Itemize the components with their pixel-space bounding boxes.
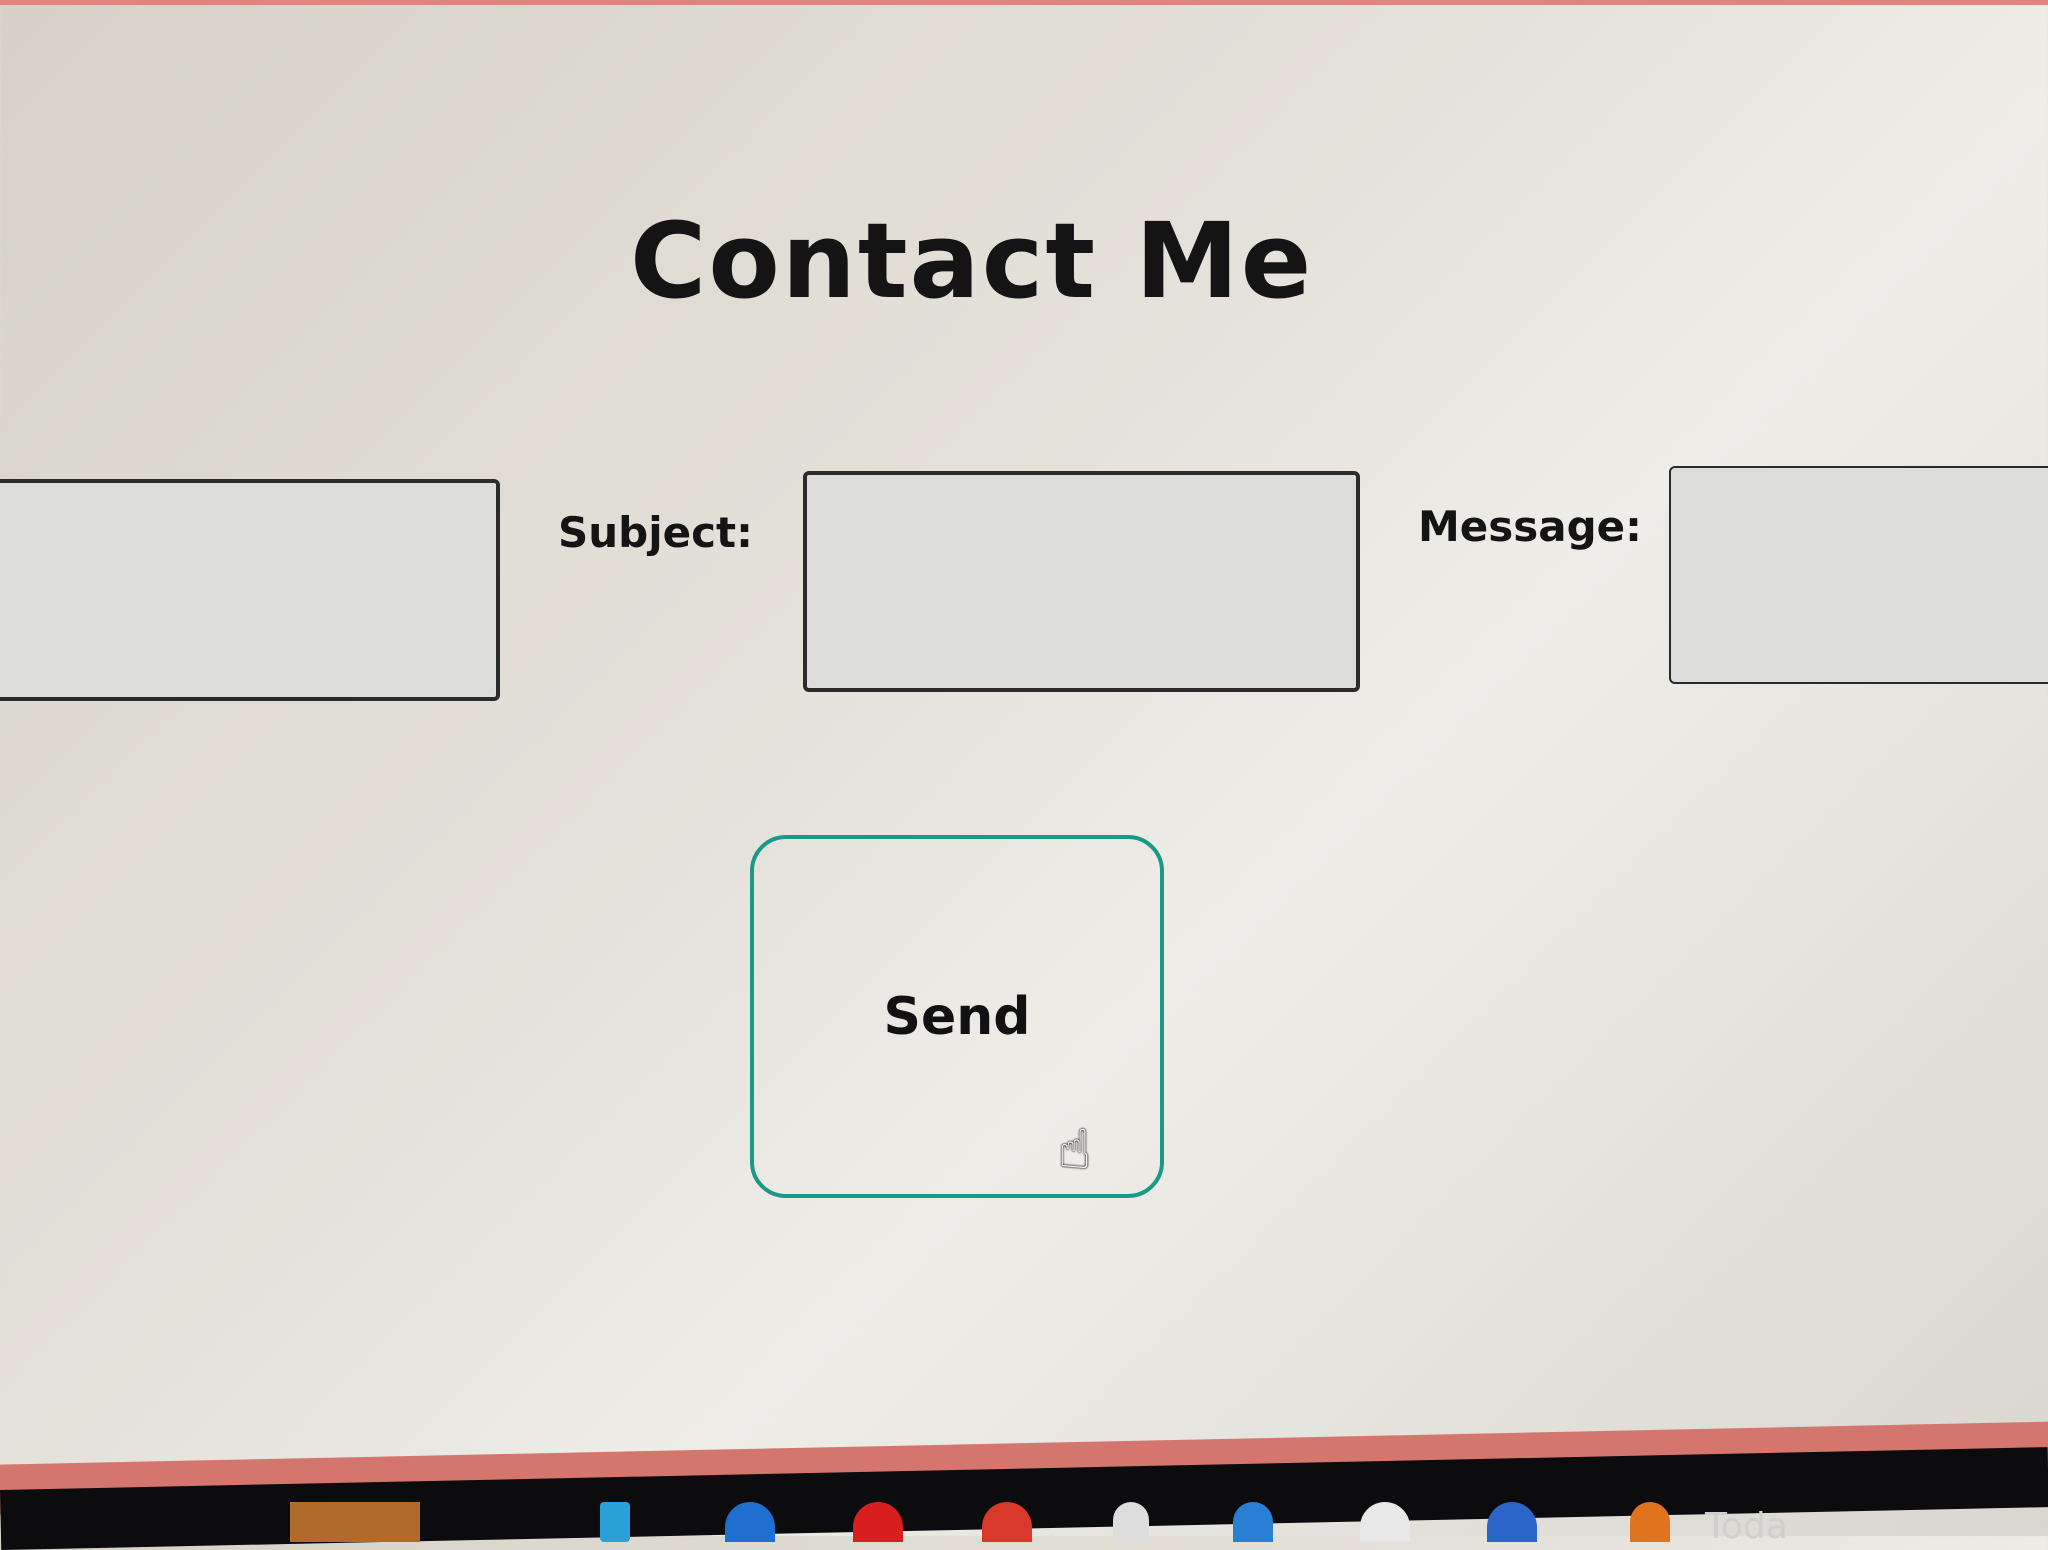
subject-input[interactable] (803, 471, 1360, 692)
send-button-label: Send (883, 986, 1031, 1047)
message-label: Message: (1418, 502, 1642, 551)
vscode-icon[interactable] (1233, 1502, 1273, 1542)
page-title: Contact Me (630, 200, 1314, 322)
message-input[interactable] (1669, 466, 2048, 684)
weather-icon[interactable] (1630, 1502, 1670, 1542)
subject-label: Subject: (558, 508, 753, 557)
window-frame-top (0, 0, 2048, 5)
app-icon[interactable] (290, 1502, 420, 1542)
name-input[interactable] (0, 479, 500, 701)
app-icon-grey[interactable] (1113, 1502, 1149, 1542)
hand-cursor-icon: ☝ (1058, 1118, 1091, 1181)
send-button[interactable]: Send (750, 835, 1164, 1198)
file-explorer-icon[interactable] (600, 1502, 630, 1542)
weather-text: Toda (1705, 1506, 1788, 1547)
